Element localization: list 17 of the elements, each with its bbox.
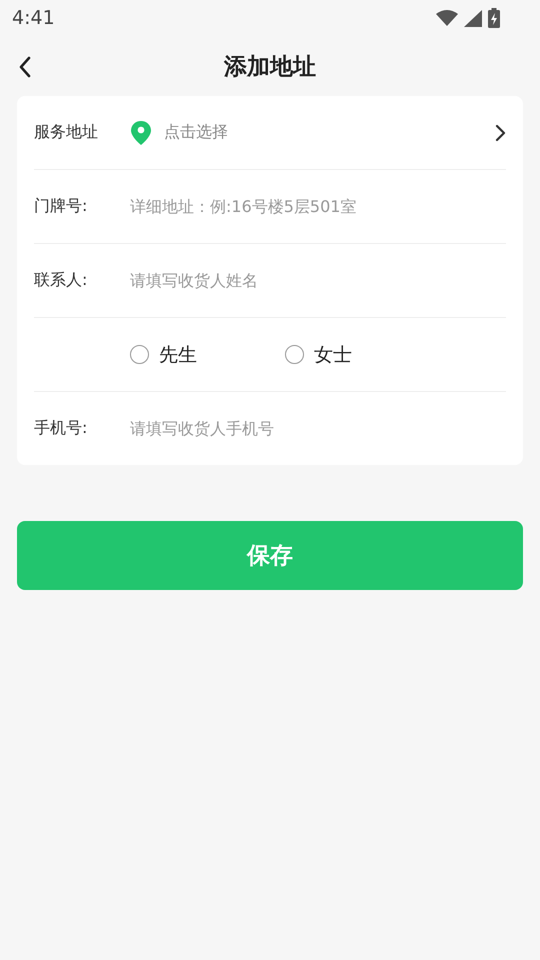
- wifi-icon: [436, 10, 458, 26]
- gender-radio[interactable]: 先生: [130, 342, 197, 368]
- status-time: 4:41: [12, 7, 55, 29]
- input-field[interactable]: 请填写收货人手机号: [130, 419, 506, 438]
- field-label: 手机号:: [34, 418, 88, 439]
- signal-icon: [464, 10, 482, 26]
- field-label: 联系人:: [34, 270, 88, 291]
- chevron-right-icon: [494, 122, 506, 142]
- input-field[interactable]: 详细地址：例:16号楼5层501室: [130, 197, 506, 216]
- page-title: 添加地址: [224, 52, 316, 82]
- address-picker[interactable]: 点击选择: [130, 120, 506, 146]
- gender-radio[interactable]: 女士: [285, 342, 352, 368]
- location-pin-icon: [130, 120, 152, 146]
- battery-icon: [488, 8, 500, 28]
- field-label: 服务地址: [34, 122, 99, 143]
- field-label: 门牌号:: [34, 196, 88, 217]
- input-field[interactable]: 请填写收货人姓名: [130, 271, 506, 290]
